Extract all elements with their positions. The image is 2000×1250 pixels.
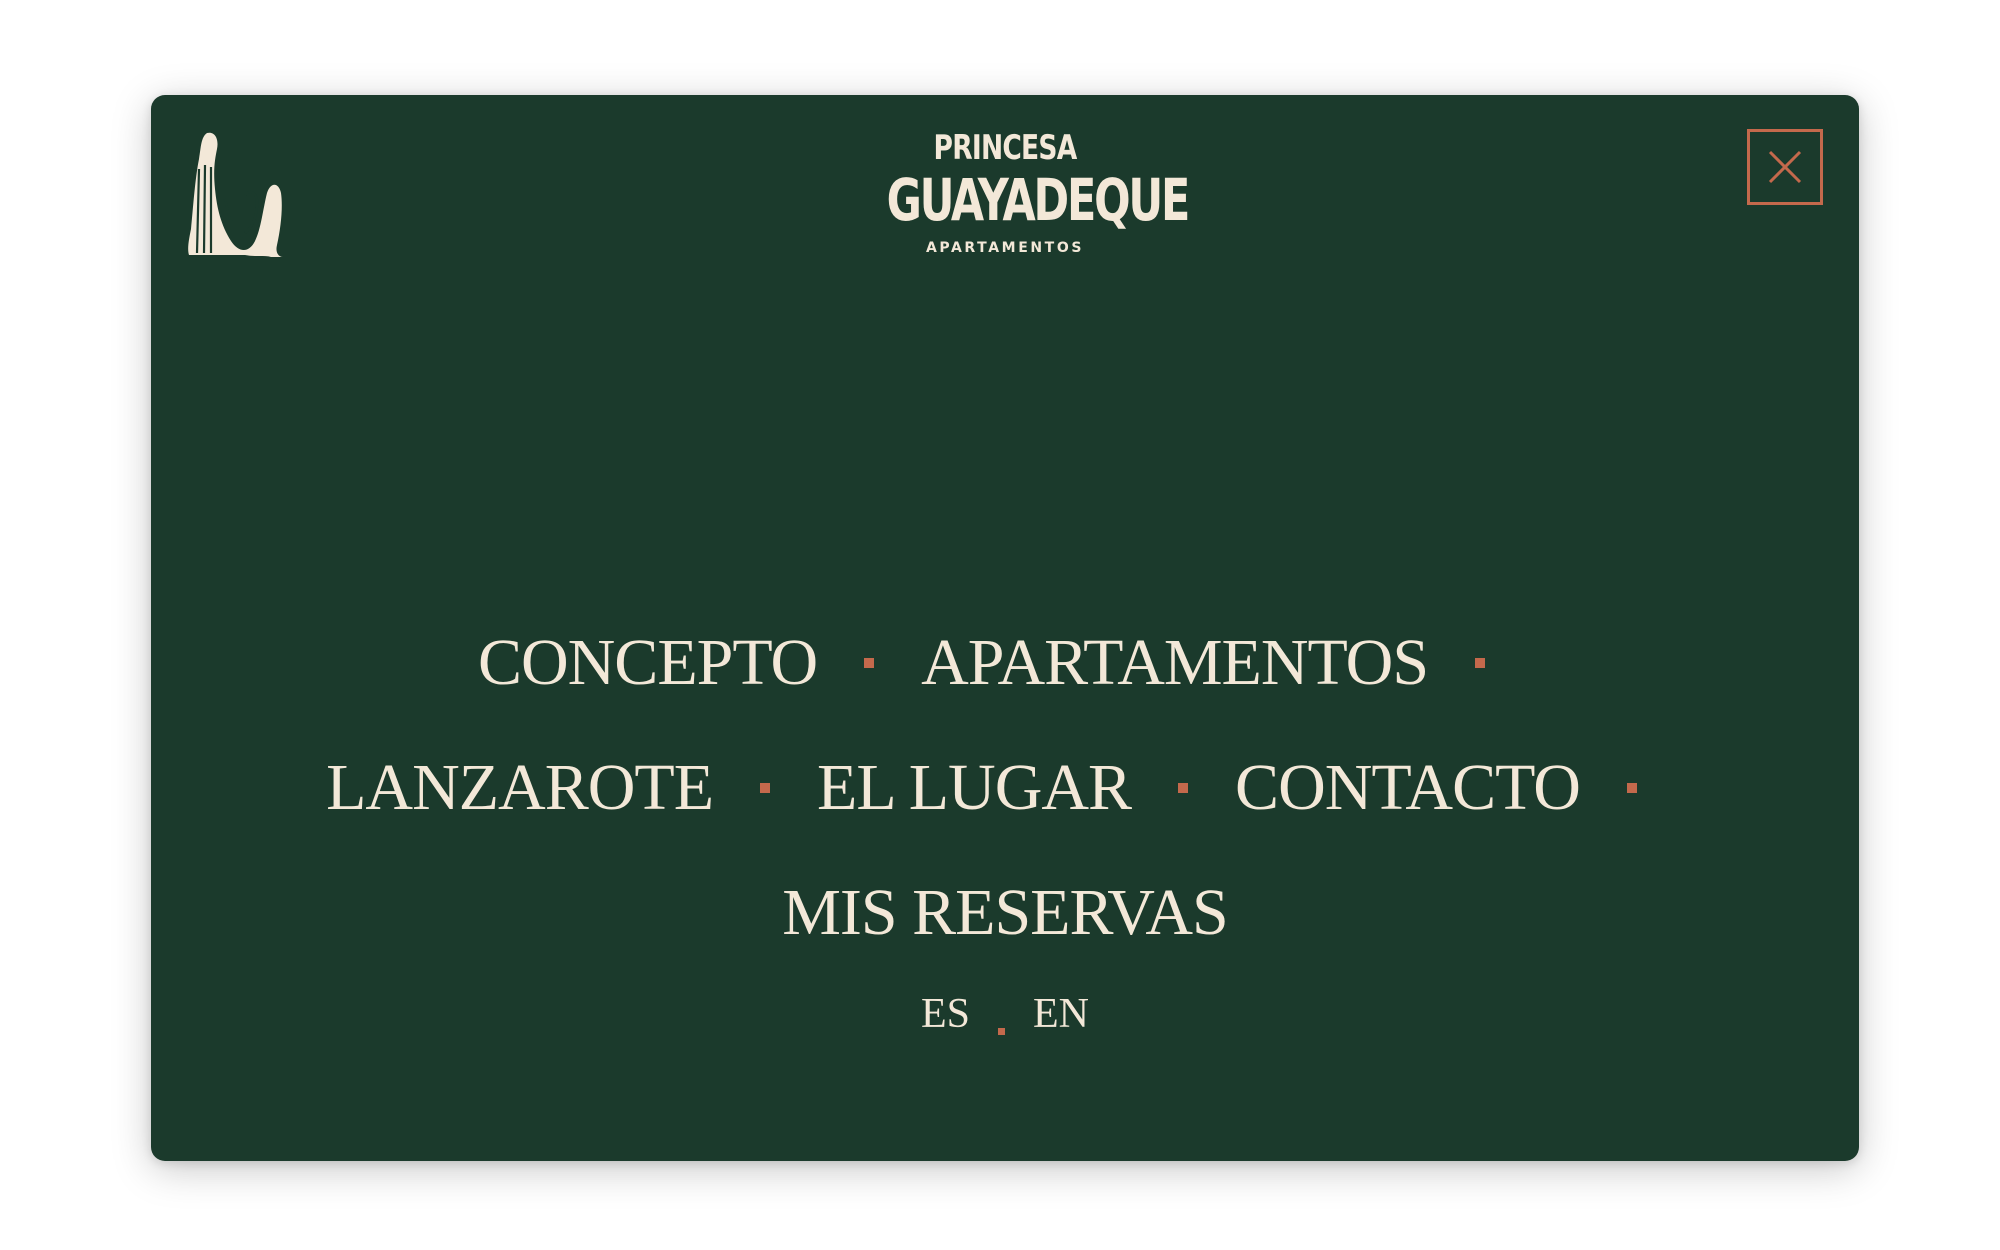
nav-link-contacto[interactable]: CONTACTO: [1235, 754, 1581, 821]
nav-link-el-lugar[interactable]: EL LUGAR: [817, 754, 1132, 821]
close-icon: [1768, 150, 1802, 184]
nav-link-mis-reservas[interactable]: MIS RESERVAS: [782, 879, 1228, 946]
menu-row: CONCEPTO APARTAMENTOS: [151, 600, 1859, 725]
language-switcher: ES EN: [151, 990, 1859, 1038]
menu-separator-dot: [1475, 657, 1486, 668]
menu-row: LANZAROTE EL LUGAR CONTACTO: [151, 725, 1859, 850]
brand-subtitle: APARTAMENTOS: [925, 240, 1085, 256]
brand-name-line1: PRINCESA: [933, 128, 1078, 168]
menu-separator-dot: [864, 657, 875, 668]
language-separator-dot: [998, 1027, 1005, 1035]
menu-overlay: PRINCESA GUAYADEQUE APARTAMENTOS CONCEPT…: [151, 95, 1859, 1161]
brand-name-line2: GUAYADEQUE: [886, 166, 1191, 234]
menu-row: MIS RESERVAS: [151, 850, 1859, 975]
seated-figure-logo-icon[interactable]: [185, 129, 285, 259]
menu-separator-dot: [1178, 782, 1189, 793]
menu-separator-dot: [1626, 782, 1637, 793]
main-navigation: CONCEPTO APARTAMENTOS LANZAROTE EL LUGAR…: [151, 600, 1859, 975]
menu-separator-dot: [760, 782, 771, 793]
nav-link-apartamentos[interactable]: APARTAMENTOS: [921, 629, 1429, 696]
close-menu-button[interactable]: [1747, 129, 1823, 205]
language-option-es[interactable]: ES: [921, 990, 970, 1038]
language-option-en[interactable]: EN: [1033, 990, 1089, 1038]
nav-link-lanzarote[interactable]: LANZAROTE: [326, 754, 714, 821]
brand-logo[interactable]: PRINCESA GUAYADEQUE APARTAMENTOS: [845, 127, 1191, 259]
nav-link-concepto[interactable]: CONCEPTO: [478, 629, 818, 696]
